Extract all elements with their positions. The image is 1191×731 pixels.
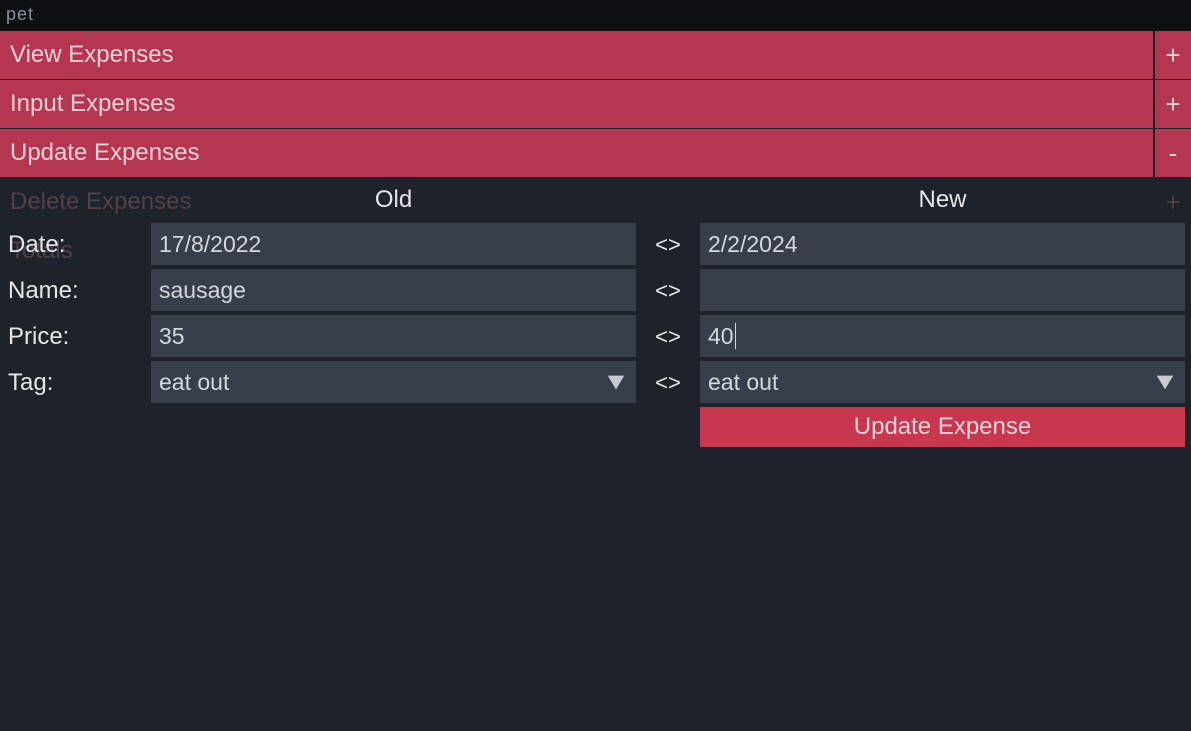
row-name: Name: <>: [6, 269, 1185, 313]
nav-update-expenses[interactable]: Update Expenses -: [0, 129, 1191, 177]
nav-view-expenses[interactable]: View Expenses +: [0, 31, 1191, 79]
header-new: New: [700, 186, 1185, 214]
expand-icon[interactable]: +: [1155, 80, 1191, 128]
separator-icon: <>: [636, 223, 700, 267]
app-window: pet View Expenses + Input Expenses + Upd…: [0, 0, 1191, 731]
separator-icon: <>: [636, 315, 700, 359]
nav-label[interactable]: Input Expenses: [0, 80, 1153, 128]
old-date-input[interactable]: [151, 223, 636, 265]
update-expense-button[interactable]: Update Expense: [700, 407, 1185, 447]
button-row: Update Expense: [6, 407, 1185, 449]
window-titlebar: pet: [0, 0, 1191, 31]
text-caret-icon: [735, 323, 736, 349]
collapse-icon[interactable]: -: [1155, 129, 1191, 177]
label-price: Price:: [6, 315, 151, 359]
separator-icon: <>: [636, 361, 700, 405]
old-name-input[interactable]: [151, 269, 636, 311]
nav-panel: View Expenses + Input Expenses + Update …: [0, 31, 1191, 177]
old-tag-value: eat out: [151, 369, 596, 396]
label-date: Date:: [6, 223, 151, 267]
new-price-input[interactable]: 40: [700, 315, 1185, 357]
row-date: Date: <>: [6, 223, 1185, 267]
old-price-input[interactable]: [151, 315, 636, 357]
label-tag: Tag:: [6, 361, 151, 405]
nav-label[interactable]: View Expenses: [0, 31, 1153, 79]
new-tag-value: eat out: [700, 369, 1145, 396]
header-old: Old: [151, 186, 636, 214]
label-name: Name:: [6, 269, 151, 313]
new-date-input[interactable]: [700, 223, 1185, 265]
row-price: Price: <> 40: [6, 315, 1185, 359]
new-tag-select[interactable]: eat out: [700, 361, 1185, 403]
separator-icon: <>: [636, 269, 700, 313]
window-title: pet: [6, 4, 34, 24]
new-name-input[interactable]: [700, 269, 1185, 311]
nav-input-expenses[interactable]: Input Expenses +: [0, 80, 1191, 128]
column-headers: Old New: [6, 177, 1185, 223]
row-tag: Tag: eat out <> eat out: [6, 361, 1185, 405]
old-tag-select[interactable]: eat out: [151, 361, 636, 403]
update-form: Old New Date: <> Name: <> Price: <> 40: [0, 177, 1191, 731]
new-price-value: 40: [708, 323, 734, 350]
expand-icon[interactable]: +: [1155, 31, 1191, 79]
chevron-down-icon: [1145, 361, 1185, 403]
nav-label[interactable]: Update Expenses: [0, 129, 1153, 177]
chevron-down-icon: [596, 361, 636, 403]
